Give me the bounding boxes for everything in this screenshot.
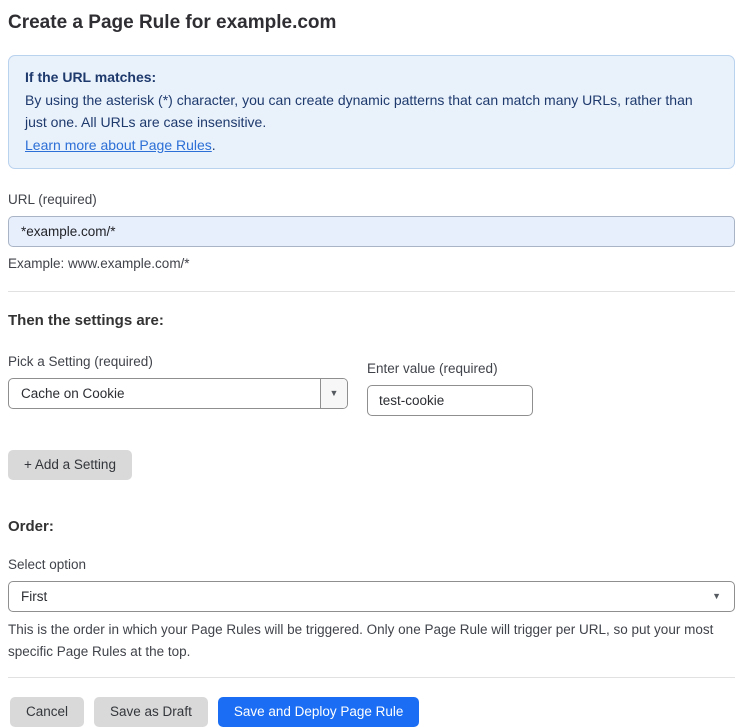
save-and-deploy-button[interactable]: Save and Deploy Page Rule	[217, 696, 420, 727]
cancel-button[interactable]: Cancel	[10, 696, 85, 727]
page-rule-form: Create a Page Rule for example.com If th…	[0, 12, 750, 727]
info-box-body: By using the asterisk (*) character, you…	[25, 91, 693, 131]
footer-divider	[8, 676, 735, 678]
url-match-info-box: If the URL matches: By using the asteris…	[8, 55, 735, 169]
link-suffix: .	[211, 136, 216, 153]
footer-actions: Cancel Save as Draft Save and Deploy Pag…	[8, 696, 735, 727]
order-heading: Order:	[8, 517, 54, 535]
pick-setting-label: Pick a Setting (required)	[8, 353, 153, 369]
pick-setting-column: Pick a Setting (required) Cache on Cooki…	[8, 354, 348, 416]
chevron-down-icon: ▼	[329, 387, 339, 398]
url-field-label: URL (required)	[8, 192, 97, 207]
page-title: Create a Page Rule for example.com	[8, 12, 337, 33]
add-setting-button[interactable]: + Add a Setting	[8, 449, 132, 480]
settings-heading: Then the settings are:	[8, 311, 164, 329]
chevron-down-icon: ▼	[712, 590, 721, 601]
setting-value-input[interactable]	[367, 384, 533, 416]
info-box-heading: If the URL matches:	[25, 69, 157, 85]
order-selected-value: First	[21, 588, 48, 604]
section-divider	[8, 290, 735, 292]
setting-row: Pick a Setting (required) Cache on Cooki…	[8, 354, 735, 416]
url-input[interactable]	[8, 216, 735, 247]
info-box-link-line: Learn more about Page Rules.	[25, 134, 718, 157]
enter-value-column: Enter value (required)	[367, 361, 533, 416]
pick-setting-dropdown[interactable]: Cache on Cookie ▼	[8, 377, 348, 409]
order-select[interactable]: First ▼	[8, 580, 735, 612]
url-example-text: Example: www.example.com/*	[8, 256, 190, 271]
order-help-text: This is the order in which your Page Rul…	[8, 621, 714, 660]
dropdown-arrow-button[interactable]: ▼	[320, 378, 347, 408]
order-select-label: Select option	[8, 556, 87, 572]
save-as-draft-button[interactable]: Save as Draft	[94, 696, 208, 727]
enter-value-label: Enter value (required)	[367, 360, 498, 376]
learn-more-link[interactable]: Learn more about Page Rules	[25, 137, 212, 153]
pick-setting-selected-value: Cache on Cookie	[21, 385, 125, 401]
